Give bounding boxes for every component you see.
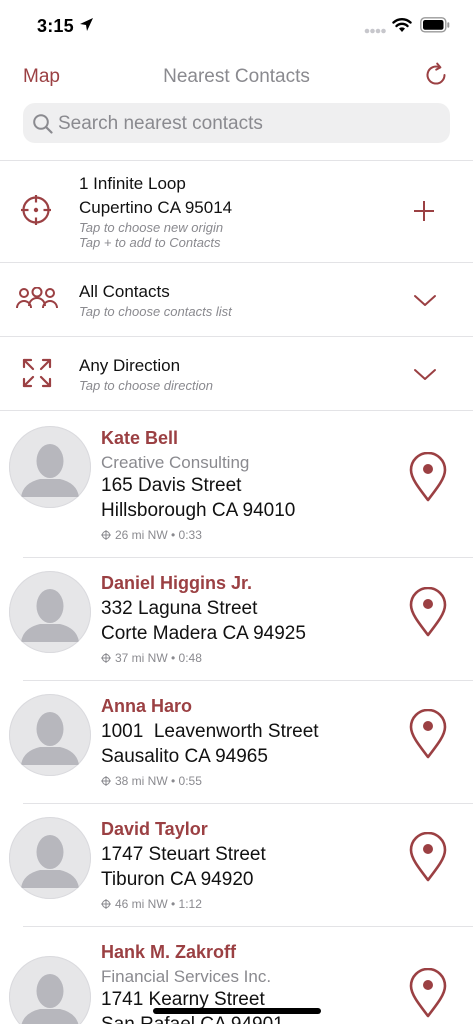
contact-street: 332 Laguna Street [101, 598, 258, 619]
refresh-icon[interactable] [421, 60, 451, 90]
contact-company: Financial Services Inc. [101, 967, 272, 986]
contact-name: Hank M. Zakroff [101, 942, 237, 962]
contact-distance: 37 mi NW • 0:48 [101, 651, 202, 665]
map-pin-icon[interactable] [409, 452, 447, 502]
contact-row[interactable]: David Taylor 1747 Steuart Street Tiburon… [0, 804, 473, 926]
origin-hint: Tap to choose new origin [79, 220, 224, 235]
page-title: Nearest Contacts [163, 66, 310, 87]
map-pin-icon[interactable] [409, 709, 447, 759]
chevron-down-icon[interactable] [413, 368, 437, 382]
crosshair-icon [101, 530, 111, 540]
contact-street: 165 Davis Street [101, 475, 242, 496]
origin-add-hint: Tap + to add to Contacts [79, 235, 221, 250]
avatar [9, 571, 91, 653]
map-pin-icon[interactable] [409, 587, 447, 637]
contact-name: Anna Haro [101, 696, 193, 716]
contact-city: Corte Madera CA 94925 [101, 623, 306, 644]
contact-city: San Rafael CA 94901 [101, 1014, 284, 1024]
avatar [9, 817, 91, 899]
contact-street: 1747 Steuart Street [101, 844, 266, 865]
contact-city: Sausalito CA 94965 [101, 746, 268, 767]
crosshair-icon [101, 776, 111, 786]
contact-row[interactable]: Kate Bell Creative Consulting 165 Davis … [0, 411, 473, 557]
person-silhouette-icon [21, 444, 79, 497]
person-silhouette-icon [21, 835, 79, 888]
avatar [9, 694, 91, 776]
status-bar: 3:15 [0, 0, 473, 52]
search-field[interactable]: Search nearest contacts [23, 103, 450, 143]
location-arrow-icon [80, 18, 93, 31]
people-group-icon [16, 287, 58, 309]
contact-distance-text: 46 mi NW • 1:12 [115, 897, 202, 911]
contact-distance-text: 37 mi NW • 0:48 [115, 651, 202, 665]
contact-street: 1001 Leavenworth Street [101, 721, 319, 742]
contact-city: Tiburon CA 94920 [101, 869, 254, 890]
search-icon [33, 114, 53, 134]
avatar [9, 426, 91, 508]
wifi-icon [392, 18, 412, 32]
person-silhouette-icon [21, 589, 79, 642]
map-pin-icon[interactable] [409, 832, 447, 882]
battery-icon [420, 17, 450, 33]
contacts-list-row[interactable]: All Contacts Tap to choose contacts list [0, 263, 473, 336]
direction-row[interactable]: Any Direction Tap to choose direction [0, 337, 473, 410]
chevron-down-icon[interactable] [413, 294, 437, 308]
crosshair-icon [21, 195, 51, 225]
contact-company: Creative Consulting [101, 453, 250, 472]
contact-name: Kate Bell [101, 428, 179, 448]
person-silhouette-icon [21, 974, 79, 1024]
contact-distance: 26 mi NW • 0:33 [101, 528, 202, 542]
map-pin-icon[interactable] [409, 968, 447, 1018]
search-placeholder: Search nearest contacts [58, 113, 263, 134]
contact-row[interactable]: Daniel Higgins Jr. 332 Laguna Street Cor… [0, 558, 473, 680]
contact-city: Hillsborough CA 94010 [101, 500, 296, 521]
home-indicator[interactable] [153, 1008, 321, 1014]
contact-distance: 46 mi NW • 1:12 [101, 897, 202, 911]
navigation-bar: Nearest Contacts Map [0, 56, 473, 96]
person-silhouette-icon [21, 712, 79, 765]
origin-row[interactable]: 1 Infinite Loop Cupertino CA 95014 Tap t… [0, 161, 473, 262]
contacts-list-title: All Contacts [79, 282, 170, 301]
contact-name: Daniel Higgins Jr. [101, 573, 253, 593]
contact-distance: 38 mi NW • 0:55 [101, 774, 202, 788]
cellular-signal-icon [364, 28, 386, 34]
origin-street: 1 Infinite Loop [79, 174, 186, 193]
direction-hint: Tap to choose direction [79, 378, 213, 393]
contact-distance-text: 26 mi NW • 0:33 [115, 528, 202, 542]
crosshair-icon [101, 653, 111, 663]
crosshair-icon [101, 899, 111, 909]
origin-city: Cupertino CA 95014 [79, 198, 233, 217]
contact-row[interactable]: Anna Haro 1001 Leavenworth Street Sausal… [0, 681, 473, 803]
contacts-list-hint: Tap to choose contacts list [79, 304, 232, 319]
expand-arrows-icon [22, 358, 52, 388]
contact-distance-text: 38 mi NW • 0:55 [115, 774, 202, 788]
status-time: 3:15 [37, 16, 74, 36]
nearest-contacts-screen: 3:15 Nearest Contacts Map Search nearest… [0, 0, 473, 1024]
contact-name: David Taylor [101, 819, 208, 839]
direction-title: Any Direction [79, 356, 181, 375]
avatar [9, 956, 91, 1024]
plus-icon[interactable] [413, 200, 435, 222]
map-button[interactable]: Map [23, 66, 60, 88]
